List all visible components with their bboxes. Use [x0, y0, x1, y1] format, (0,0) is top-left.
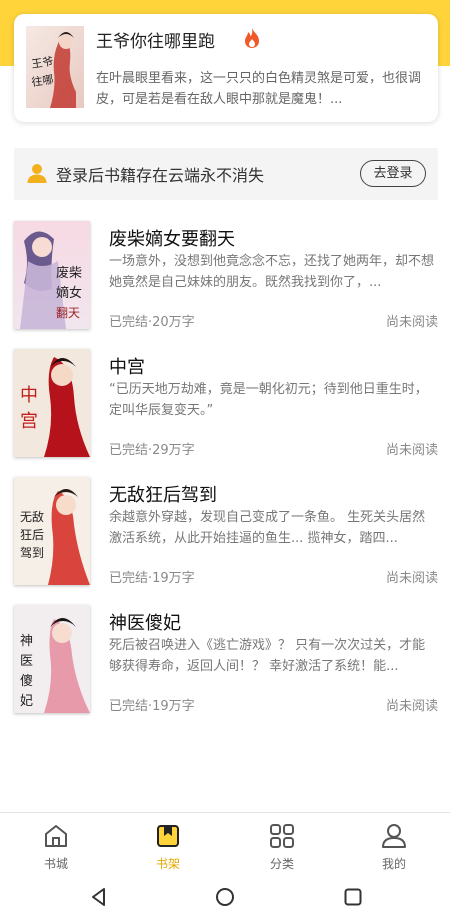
tab-label: 书城	[43, 857, 68, 871]
login-prompt-text: 登录后书籍存在云端永不消失	[56, 166, 265, 185]
svg-text:傻: 傻	[20, 674, 33, 689]
book-cover: 中 宫	[14, 349, 90, 457]
featured-book-description: 在叶晨眼里看来，这一只只的白色精灵煞是可爱，也很调皮，可是若是看在敌人眼中那就是…	[96, 71, 422, 107]
bookshelf-icon	[157, 825, 179, 847]
bookshelf-item[interactable]: 中 宫 中宫 “已历天地万劫难，竟是一朝化初元；待到他日重生时，定叫华辰复变天。…	[14, 349, 438, 459]
book-description: “已历天地万劫难，竟是一朝化初元；待到他日重生时，定叫华辰复变天。”	[109, 382, 428, 418]
book-cover: 无敌 狂后 驾到	[14, 477, 90, 585]
book-description: 死后被召唤进入《逃亡游戏》？ 只有一次次过关，才能够获得寿命，返回人间！？ 幸好…	[109, 638, 426, 674]
bookshelf-item[interactable]: 神 医 傻 妃 神医傻妃 死后被召唤进入《逃亡游戏》？ 只有一次次过关，才能够获…	[14, 605, 438, 715]
recents-icon[interactable]	[342, 886, 364, 908]
svg-text:妃: 妃	[20, 694, 33, 709]
login-button[interactable]: 去登录	[360, 160, 426, 187]
svg-text:嫡女: 嫡女	[56, 285, 82, 301]
svg-text:翻天: 翻天	[56, 306, 80, 320]
featured-book-title: 王爷你往哪里跑	[96, 32, 215, 52]
read-status: 尚未阅读	[385, 315, 438, 330]
read-status: 尚未阅读	[385, 571, 438, 586]
book-description: 余越意外穿越，发现自己变成了一条鱼。 生死关头居然激活系统，从此开始挂逼的鱼生.…	[109, 510, 426, 546]
book-title: 神医傻妃	[109, 613, 181, 634]
svg-text:中: 中	[20, 385, 38, 406]
read-status: 尚未阅读	[385, 443, 438, 458]
svg-text:狂后: 狂后	[20, 528, 44, 542]
svg-text:神: 神	[20, 634, 33, 649]
home-icon[interactable]	[214, 886, 236, 908]
back-icon[interactable]	[88, 886, 110, 908]
tab-category[interactable]: 分类	[226, 813, 338, 881]
tab-label: 书架	[155, 857, 180, 871]
svg-text:无敌: 无敌	[20, 509, 44, 524]
book-meta: 已完结·19万字	[109, 699, 195, 714]
person-icon	[27, 164, 47, 183]
tab-bookshelf[interactable]: 书架	[112, 813, 224, 881]
book-meta: 已完结·19万字	[109, 571, 195, 586]
login-prompt-bar: 登录后书籍存在云端永不消失 去登录	[14, 148, 438, 200]
tab-label: 我的	[381, 857, 406, 871]
featured-book-card[interactable]: 王爷 往哪 王爷你往哪里跑 在叶晨眼里看来，这一只只的白色精灵煞是可爱，也很调皮…	[14, 14, 438, 122]
bottom-tab-bar: 书城 书架 分类 我的	[0, 812, 450, 881]
svg-text:医: 医	[20, 654, 33, 669]
bookshelf-item[interactable]: 废柴 嫡女 翻天 废柴嫡女要翻天 一场意外，没想到他竟念念不忘，还找了她两年，却…	[14, 221, 438, 331]
svg-text:宫: 宫	[20, 411, 38, 432]
fire-icon	[245, 28, 259, 48]
system-navigation-bar	[0, 880, 450, 915]
tab-bookstore[interactable]: 书城	[0, 813, 112, 881]
book-cover: 废柴 嫡女 翻天	[14, 221, 90, 329]
tab-label: 分类	[269, 857, 294, 871]
svg-text:废柴: 废柴	[56, 265, 82, 281]
book-title: 无敌狂后驾到	[109, 485, 217, 506]
profile-icon	[382, 824, 406, 848]
featured-book-cover: 王爷 往哪	[26, 26, 84, 108]
book-meta: 已完结·29万字	[109, 443, 195, 458]
category-grid-icon	[270, 824, 294, 848]
book-meta: 已完结·20万字	[109, 315, 195, 330]
book-title: 中宫	[109, 357, 145, 378]
tab-profile[interactable]: 我的	[338, 813, 450, 881]
book-description: 一场意外，没想到他竟念念不忘，还找了她两年，却不想她竟然是自己妹妹的朋友。既然我…	[109, 254, 435, 290]
bookstore-icon	[45, 825, 67, 847]
read-status: 尚未阅读	[385, 699, 438, 714]
book-title: 废柴嫡女要翻天	[109, 229, 235, 250]
book-cover: 神 医 傻 妃	[14, 605, 90, 713]
svg-text:驾到: 驾到	[20, 546, 44, 560]
bookshelf-item[interactable]: 无敌 狂后 驾到 无敌狂后驾到 余越意外穿越，发现自己变成了一条鱼。 生死关头居…	[14, 477, 438, 587]
